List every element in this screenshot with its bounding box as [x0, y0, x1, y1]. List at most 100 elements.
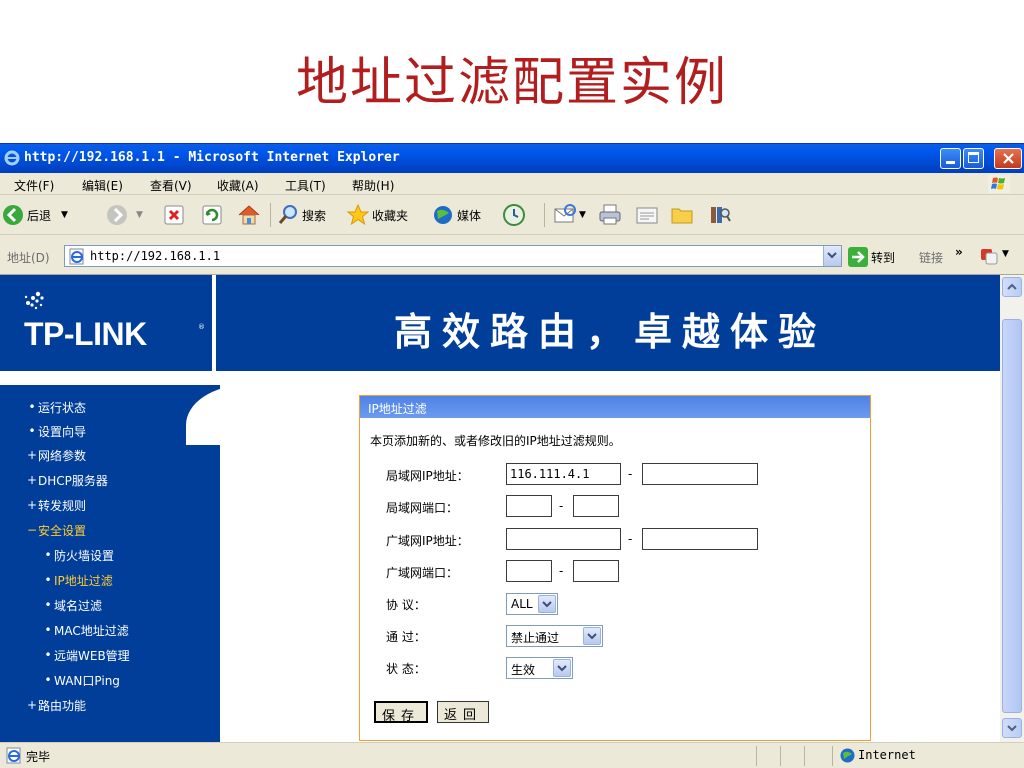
- maximize-button[interactable]: [963, 148, 984, 169]
- menu-view[interactable]: 查看(V): [150, 177, 192, 194]
- status-divider: [756, 746, 757, 766]
- nav-bullet: •: [44, 648, 52, 662]
- menu-edit[interactable]: 编辑(E): [82, 177, 123, 194]
- status-text: 完毕: [26, 750, 51, 764]
- nav-label: DHCP服务器: [38, 473, 108, 488]
- nav-item-network[interactable]: + 网络参数: [26, 445, 86, 465]
- home-icon: [238, 205, 260, 225]
- nav-item-routing[interactable]: + 路由功能: [26, 695, 86, 715]
- home-button[interactable]: [237, 202, 261, 228]
- search-icon: [278, 205, 297, 224]
- back-label: 后退: [27, 208, 52, 223]
- lan-ip-end-input[interactable]: [642, 463, 758, 485]
- nav-item-security[interactable]: − 安全设置: [26, 520, 86, 540]
- links-label[interactable]: 链接: [919, 249, 943, 266]
- ie-window: http://192.168.1.1 - Microsoft Internet …: [0, 143, 1024, 768]
- nav-item-status[interactable]: • 运行状态: [26, 397, 86, 417]
- favorites-button[interactable]: 收藏夹: [347, 202, 408, 228]
- nav-item-mac-filter[interactable]: • MAC地址过滤: [42, 620, 128, 640]
- protocol-select[interactable]: ALL: [506, 593, 558, 615]
- save-button[interactable]: 保存: [374, 701, 429, 724]
- title-bar[interactable]: http://192.168.1.1 - Microsoft Internet …: [0, 144, 1024, 173]
- edit-button[interactable]: [635, 202, 659, 228]
- vertical-scrollbar[interactable]: [1000, 275, 1024, 742]
- wan-port-start-input[interactable]: [506, 560, 552, 582]
- nav-label: IP地址过滤: [54, 573, 113, 588]
- mail-dropdown-icon[interactable]: ▼: [579, 210, 586, 220]
- lan-port-label: 局域网端口：: [386, 501, 459, 515]
- nav-item-remote-web[interactable]: • 远端WEB管理: [42, 645, 129, 665]
- address-input[interactable]: http://192.168.1.1: [64, 245, 842, 267]
- forward-button[interactable]: ▼: [106, 202, 143, 228]
- translate-tool-icon[interactable]: [980, 247, 998, 265]
- go-arrow-icon: [848, 247, 868, 267]
- nav-label: 路由功能: [38, 698, 87, 713]
- back-dropdown-icon[interactable]: ▼: [61, 210, 68, 220]
- sidebar-curve: [186, 385, 346, 445]
- wan-ip-start-input[interactable]: [506, 528, 621, 550]
- address-dropdown-button[interactable]: [823, 246, 841, 266]
- lan-port-end-input[interactable]: [573, 495, 619, 517]
- nav-item-domain-filter[interactable]: • 域名过滤: [42, 595, 102, 615]
- history-button[interactable]: [502, 202, 526, 228]
- nav-label: 域名过滤: [54, 598, 103, 613]
- nav-item-wan-ping[interactable]: • WAN口Ping: [42, 670, 120, 690]
- wan-port-end-input[interactable]: [573, 560, 619, 582]
- chevron-down-icon: [827, 252, 837, 259]
- search-button[interactable]: 搜索: [277, 202, 326, 228]
- registered-mark: ®: [198, 323, 205, 331]
- address-url: http://192.168.1.1: [90, 249, 221, 263]
- nav-label: 安全设置: [38, 523, 87, 538]
- nav-bullet: +: [26, 448, 38, 462]
- ie-page-icon: [69, 248, 84, 265]
- scroll-down-button[interactable]: [1002, 718, 1022, 738]
- refresh-button[interactable]: [201, 202, 223, 228]
- back-page-button[interactable]: 返回: [437, 701, 490, 723]
- links-chevron-icon[interactable]: »: [955, 245, 963, 259]
- lan-ip-start-input[interactable]: 116.111.4.1: [506, 463, 621, 485]
- print-button[interactable]: [598, 202, 622, 228]
- windows-flag-icon: [988, 175, 1010, 193]
- nav-item-dhcp[interactable]: + DHCP服务器: [26, 470, 108, 490]
- tool-dropdown-icon[interactable]: ▼: [1002, 249, 1009, 259]
- go-button[interactable]: 转到: [848, 247, 895, 267]
- pass-select[interactable]: 禁止通过: [506, 625, 603, 647]
- scroll-up-button[interactable]: [1002, 277, 1022, 297]
- wan-ip-end-input[interactable]: [642, 528, 758, 550]
- scroll-thumb[interactable]: [1002, 319, 1022, 713]
- mail-button[interactable]: ▼: [553, 202, 586, 228]
- forward-dropdown-icon[interactable]: ▼: [136, 210, 143, 220]
- protocol-value: ALL: [511, 597, 533, 611]
- lan-port-start-input[interactable]: [506, 495, 552, 517]
- nav-bullet: •: [44, 573, 52, 587]
- window-title: http://192.168.1.1 - Microsoft Internet …: [24, 150, 400, 165]
- menu-tools[interactable]: 工具(T): [285, 177, 326, 194]
- nav-label: 运行状态: [38, 400, 87, 415]
- nav-label: 网络参数: [38, 448, 87, 463]
- nav-label: 转发规则: [38, 498, 87, 513]
- nav-bullet: +: [26, 698, 38, 712]
- menu-file[interactable]: 文件(F): [14, 177, 54, 194]
- nav-label: WAN口Ping: [54, 673, 120, 688]
- back-button[interactable]: 后退 ▼: [2, 202, 68, 228]
- tp-link-logo-icon: [24, 291, 44, 310]
- stop-button[interactable]: [163, 202, 185, 228]
- menu-favorites[interactable]: 收藏(A): [217, 177, 259, 194]
- close-button[interactable]: [994, 148, 1022, 169]
- media-button[interactable]: 媒体: [432, 202, 481, 228]
- state-select[interactable]: 生效: [506, 657, 573, 679]
- menu-help[interactable]: 帮助(H): [352, 177, 394, 194]
- nav-bullet: •: [44, 673, 52, 687]
- favorites-label: 收藏夹: [372, 208, 409, 223]
- nav-item-forwarding[interactable]: + 转发规则: [26, 495, 86, 515]
- toolbar: 后退 ▼ ▼ 搜索 收藏夹 媒体 ▼: [0, 195, 1024, 235]
- nav-item-ip-filter[interactable]: • IP地址过滤: [42, 570, 113, 590]
- pass-label: 通 过：: [386, 630, 426, 644]
- printer-icon: [599, 204, 621, 225]
- minimize-button[interactable]: [940, 148, 961, 169]
- go-label: 转到: [871, 250, 896, 265]
- research-button[interactable]: [708, 202, 732, 228]
- nav-item-firewall[interactable]: • 防火墙设置: [42, 545, 114, 565]
- nav-item-wizard[interactable]: • 设置向导: [26, 421, 86, 441]
- discuss-button[interactable]: [670, 202, 694, 228]
